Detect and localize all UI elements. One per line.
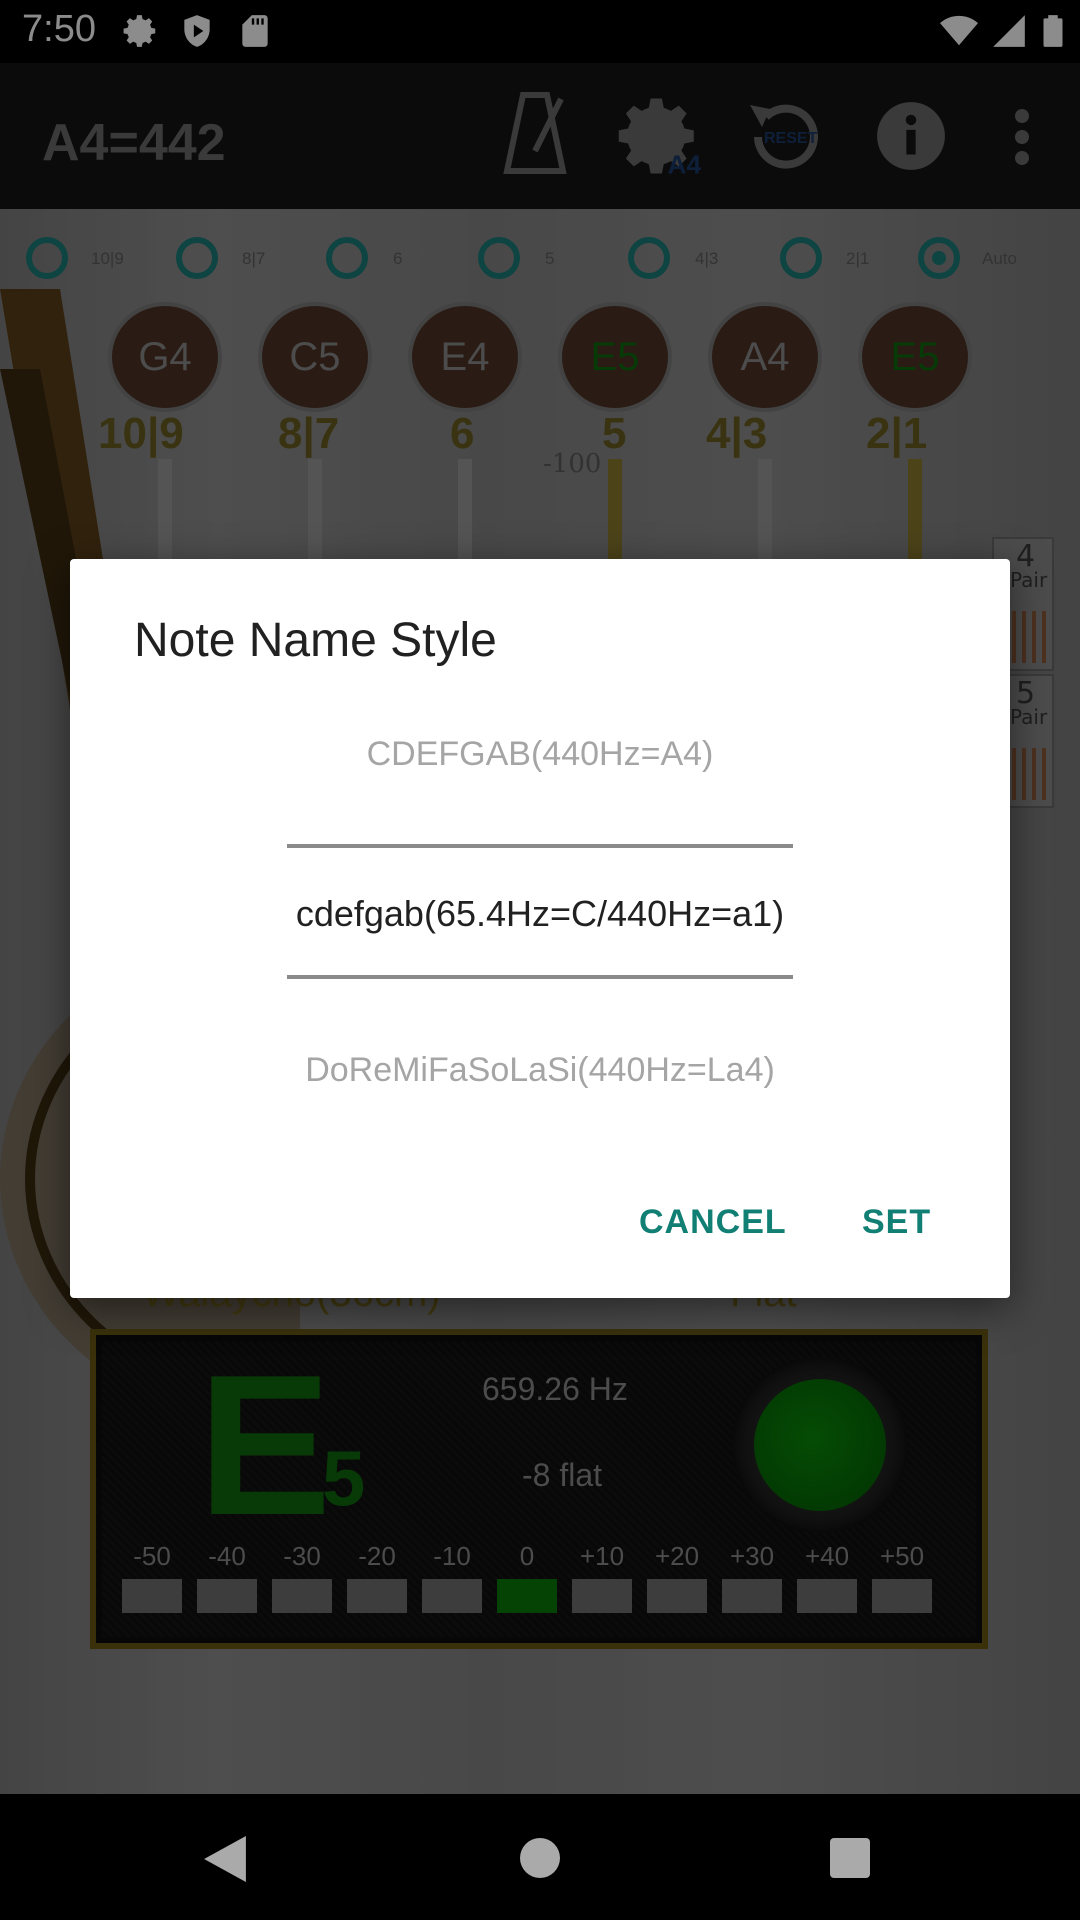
cancel-button[interactable]: CANCEL [639,1203,787,1242]
note-name-style-dialog: Note Name Style CDEFGAB(440Hz=A4) cdefga… [70,559,1010,1298]
set-button[interactable]: SET [862,1203,931,1242]
system-nav-bar [0,1794,1080,1920]
dialog-title: Note Name Style [134,614,497,667]
home-icon[interactable] [520,1838,560,1878]
back-icon[interactable] [204,1836,246,1882]
option-doremi[interactable]: DoReMiFaSoLaSi(440Hz=La4) [70,1051,1010,1090]
option-cdefgab-lower[interactable]: cdefgab(65.4Hz=C/440Hz=a1) [70,893,1010,935]
picker-divider-top [287,844,793,848]
option-cdefgab-upper[interactable]: CDEFGAB(440Hz=A4) [70,735,1010,774]
recents-icon[interactable] [830,1838,870,1878]
picker-divider-bottom [287,975,793,979]
